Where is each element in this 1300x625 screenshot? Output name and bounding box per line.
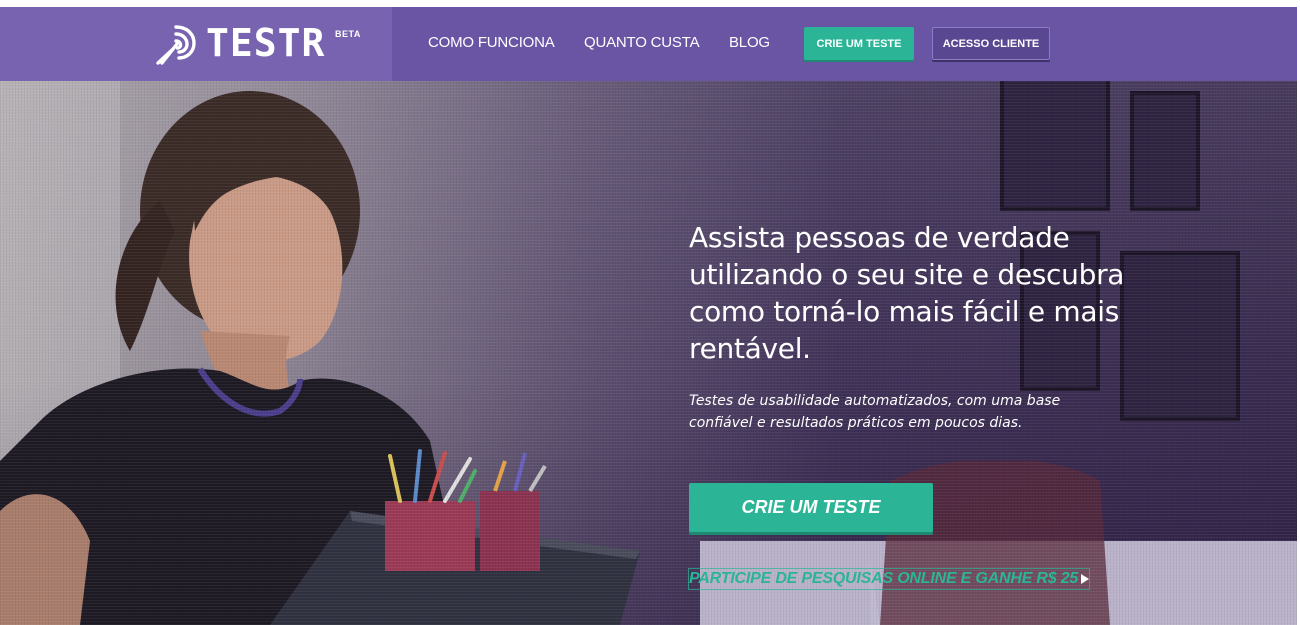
hero-headline: Assista pessoas de verdade utilizando o … (689, 221, 1125, 365)
hero-section: Assista pessoas de verdade utilizando o … (0, 81, 1297, 625)
hero-subtext: Testes de usabilidade automatizados, com… (689, 393, 1061, 431)
nav-link-blog[interactable]: BLOG (729, 34, 770, 51)
wall-picture-frame (1130, 91, 1200, 211)
beta-badge: BETA (335, 29, 361, 39)
wall-picture-frame (1000, 81, 1110, 211)
testr-swirl-icon (156, 25, 196, 65)
hero-copy: Assista pessoas de verdade utilizando o … (689, 219, 1159, 434)
nav-client-access-button[interactable]: ACESSO CLIENTE (932, 27, 1050, 60)
nav-link-como-funciona[interactable]: COMO FUNCIONA (428, 34, 555, 51)
play-arrow-icon (1081, 574, 1090, 584)
survey-link[interactable]: PARTICIPE DE PESQUISAS ONLINE E GANHE R$… (687, 568, 1091, 590)
nav-create-test-button[interactable]: CRIE UM TESTE (804, 27, 914, 60)
top-navbar: TESTR BETA COMO FUNCIONA QUANTO CUSTA BL… (0, 7, 1297, 81)
survey-link-label: PARTICIPE DE PESQUISAS ONLINE E GANHE R$… (689, 570, 1079, 587)
logo-wordmark: TESTR (206, 21, 326, 65)
hero-create-test-button[interactable]: CRIE UM TESTE (689, 483, 933, 532)
logo-link[interactable]: TESTR BETA (0, 7, 392, 81)
nav-link-quanto-custa[interactable]: QUANTO CUSTA (584, 34, 700, 51)
hero-person-image (0, 81, 640, 625)
browser-viewport: TESTR BETA COMO FUNCIONA QUANTO CUSTA BL… (0, 7, 1297, 625)
